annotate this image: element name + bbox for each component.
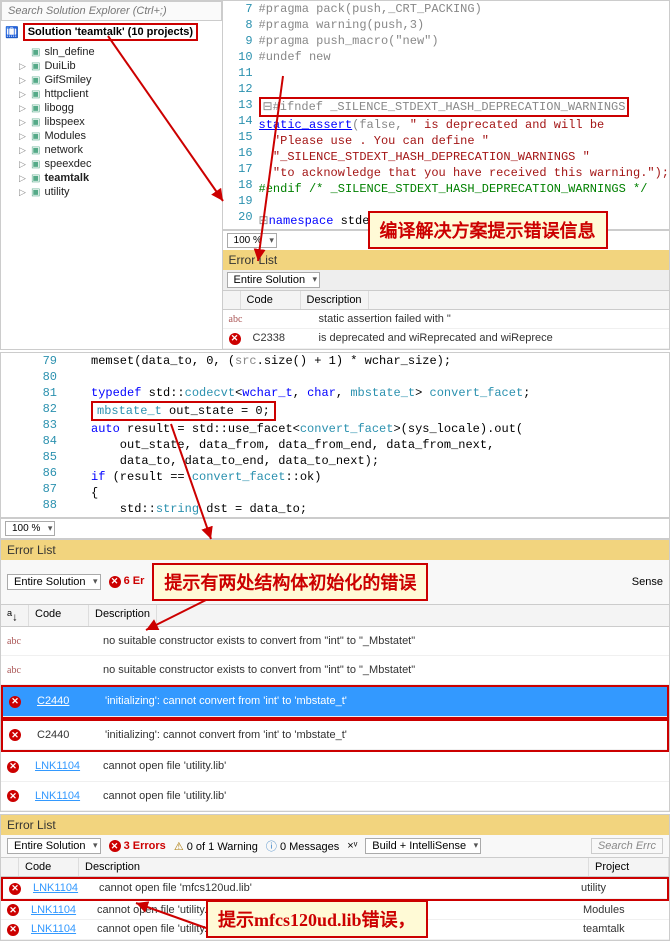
abc-icon: abc bbox=[229, 314, 243, 325]
callout-1: 编译解决方案提示错误信息 bbox=[368, 211, 608, 249]
project-icon: ▣ bbox=[31, 159, 40, 170]
project-icon: ▣ bbox=[31, 103, 40, 114]
callout-2: 提示有两处结构体初始化的错误 bbox=[152, 563, 428, 601]
intellisense-label: Sense bbox=[632, 576, 663, 588]
error-icon: ✕ bbox=[109, 576, 121, 588]
line-gutter: 79808182838485868788 bbox=[1, 353, 63, 517]
error-icon: ✕ bbox=[9, 696, 21, 708]
project-item[interactable]: ▷▣speexdec bbox=[5, 157, 222, 171]
col-code[interactable]: Code bbox=[241, 291, 301, 309]
scope-dropdown[interactable]: Entire Solution bbox=[227, 272, 321, 288]
project-item[interactable]: ▣sln_define bbox=[5, 45, 222, 59]
project-icon: ▣ bbox=[31, 61, 40, 72]
expand-icon[interactable]: ▷ bbox=[19, 131, 27, 142]
expand-icon[interactable]: ▷ bbox=[19, 187, 27, 198]
callout-3: 提示mfcs120ud.lib错误， bbox=[206, 900, 428, 938]
zoom-dropdown[interactable]: 100 % bbox=[5, 521, 55, 536]
zoom-dropdown[interactable]: 100 % bbox=[227, 233, 277, 248]
abc-icon: abc bbox=[7, 665, 21, 676]
project-item[interactable]: ▷▣DuiLib bbox=[5, 59, 222, 73]
error-list-header: Error List bbox=[223, 250, 669, 270]
project-item[interactable]: ▷▣libogg bbox=[5, 101, 222, 115]
error-row[interactable]: ✕LNK1104cannot open file 'mfcs120ud.lib'… bbox=[3, 879, 667, 899]
project-icon: ▣ bbox=[31, 145, 40, 156]
project-icon: ▣ bbox=[31, 89, 40, 100]
scope-dropdown[interactable]: Entire Solution bbox=[7, 838, 101, 854]
col-proj[interactable]: Project bbox=[589, 858, 669, 876]
error-row[interactable]: abcno suitable constructor exists to con… bbox=[1, 627, 669, 656]
col-code[interactable]: Code bbox=[19, 858, 79, 876]
error-count[interactable]: ✕ 3 Errors bbox=[109, 840, 166, 853]
expand-icon[interactable]: ▷ bbox=[19, 61, 27, 72]
error-list-header: Error List bbox=[1, 540, 669, 560]
error-row[interactable]: abcno suitable constructor exists to con… bbox=[1, 656, 669, 685]
error-icon: ✕ bbox=[7, 761, 19, 773]
project-item[interactable]: ▷▣libspeex bbox=[5, 115, 222, 129]
project-icon: ▣ bbox=[31, 173, 40, 184]
code-editor[interactable]: memset(data_to, 0, (src.size() + 1) * wc… bbox=[63, 353, 669, 517]
error-rows: abcstatic assertion failed with "✕C2338 … bbox=[223, 310, 669, 349]
project-item[interactable]: ▷▣httpclient bbox=[5, 87, 222, 101]
project-tree: ▣sln_define▷▣DuiLib▷▣GifSmiley▷▣httpclie… bbox=[1, 43, 222, 207]
error-icon: ✕ bbox=[109, 840, 121, 852]
search-errors[interactable]: Search Errc bbox=[591, 838, 663, 854]
code-editor[interactable]: #pragma pack(push,_CRT_PACKING)#pragma w… bbox=[259, 1, 669, 229]
col-desc[interactable]: Description bbox=[301, 291, 369, 309]
project-item[interactable]: ▷▣GifSmiley bbox=[5, 73, 222, 87]
abc-icon: abc bbox=[7, 636, 21, 647]
col-code[interactable]: Code bbox=[29, 605, 89, 627]
project-item[interactable]: ▷▣Modules bbox=[5, 129, 222, 143]
error-row[interactable]: ✕LNK1104cannot open file 'utility.lib' bbox=[1, 752, 669, 782]
error-row[interactable]: ✕C2440'initializing': cannot convert fro… bbox=[3, 721, 667, 751]
scope-dropdown[interactable]: Entire Solution bbox=[7, 574, 101, 590]
error-row[interactable]: ✕LNK1104cannot open file 'utility.lib' bbox=[1, 782, 669, 812]
error-count[interactable]: ✕ 6 Er bbox=[109, 575, 145, 588]
col-icon[interactable]: a↓ bbox=[1, 605, 29, 627]
error-list-header: Error List bbox=[1, 815, 669, 835]
project-item[interactable]: ▷▣teamtalk bbox=[5, 171, 222, 185]
warning-count[interactable]: ⚠ 0 of 1 Warning bbox=[174, 840, 258, 853]
project-icon: ▣ bbox=[31, 47, 40, 58]
expand-icon[interactable]: ▷ bbox=[19, 173, 27, 184]
filter-icon[interactable]: ×ᵛ bbox=[347, 840, 357, 852]
project-icon: ▣ bbox=[31, 117, 40, 128]
build-dropdown[interactable]: Build + IntelliSense bbox=[365, 838, 481, 854]
error-rows: abcno suitable constructor exists to con… bbox=[1, 627, 669, 811]
expand-icon[interactable]: ▷ bbox=[19, 75, 27, 86]
project-icon: ▣ bbox=[31, 187, 40, 198]
solution-icon: 🛄 bbox=[5, 26, 19, 39]
col-desc[interactable]: Description bbox=[79, 858, 589, 876]
error-row[interactable]: ✕C2440'initializing': cannot convert fro… bbox=[3, 687, 667, 717]
error-icon: ✕ bbox=[229, 333, 241, 345]
warning-icon: ⚠ bbox=[174, 841, 184, 853]
project-icon: ▣ bbox=[31, 131, 40, 142]
solution-explorer: Search Solution Explorer (Ctrl+;) 🛄 Solu… bbox=[1, 1, 223, 349]
error-icon: ✕ bbox=[9, 883, 21, 895]
error-row[interactable]: abcstatic assertion failed with " bbox=[223, 310, 669, 329]
error-icon: ✕ bbox=[7, 924, 19, 936]
project-item[interactable]: ▷▣network bbox=[5, 143, 222, 157]
expand-icon[interactable]: ▷ bbox=[19, 159, 27, 170]
project-icon: ▣ bbox=[31, 75, 40, 86]
project-item[interactable]: ▷▣utility bbox=[5, 185, 222, 199]
error-icon: ✕ bbox=[7, 790, 19, 802]
info-icon: ⓘ bbox=[266, 841, 277, 853]
line-gutter: 7891011121314151617181920 bbox=[223, 1, 259, 229]
expand-icon[interactable]: ▷ bbox=[19, 103, 27, 114]
col-desc[interactable]: Description bbox=[89, 605, 157, 627]
expand-icon[interactable]: ▷ bbox=[19, 145, 27, 156]
expand-icon[interactable]: ▷ bbox=[19, 117, 27, 128]
error-icon: ✕ bbox=[7, 904, 19, 916]
solution-root[interactable]: Solution 'teamtalk' (10 projects) bbox=[23, 23, 198, 41]
error-icon: ✕ bbox=[9, 729, 21, 741]
search-input[interactable]: Search Solution Explorer (Ctrl+;) bbox=[1, 1, 222, 21]
error-row[interactable]: ✕C2338 is deprecated and wiReprecated an… bbox=[223, 329, 669, 349]
message-count[interactable]: ⓘ 0 Messages bbox=[266, 838, 339, 854]
expand-icon[interactable]: ▷ bbox=[19, 89, 27, 100]
